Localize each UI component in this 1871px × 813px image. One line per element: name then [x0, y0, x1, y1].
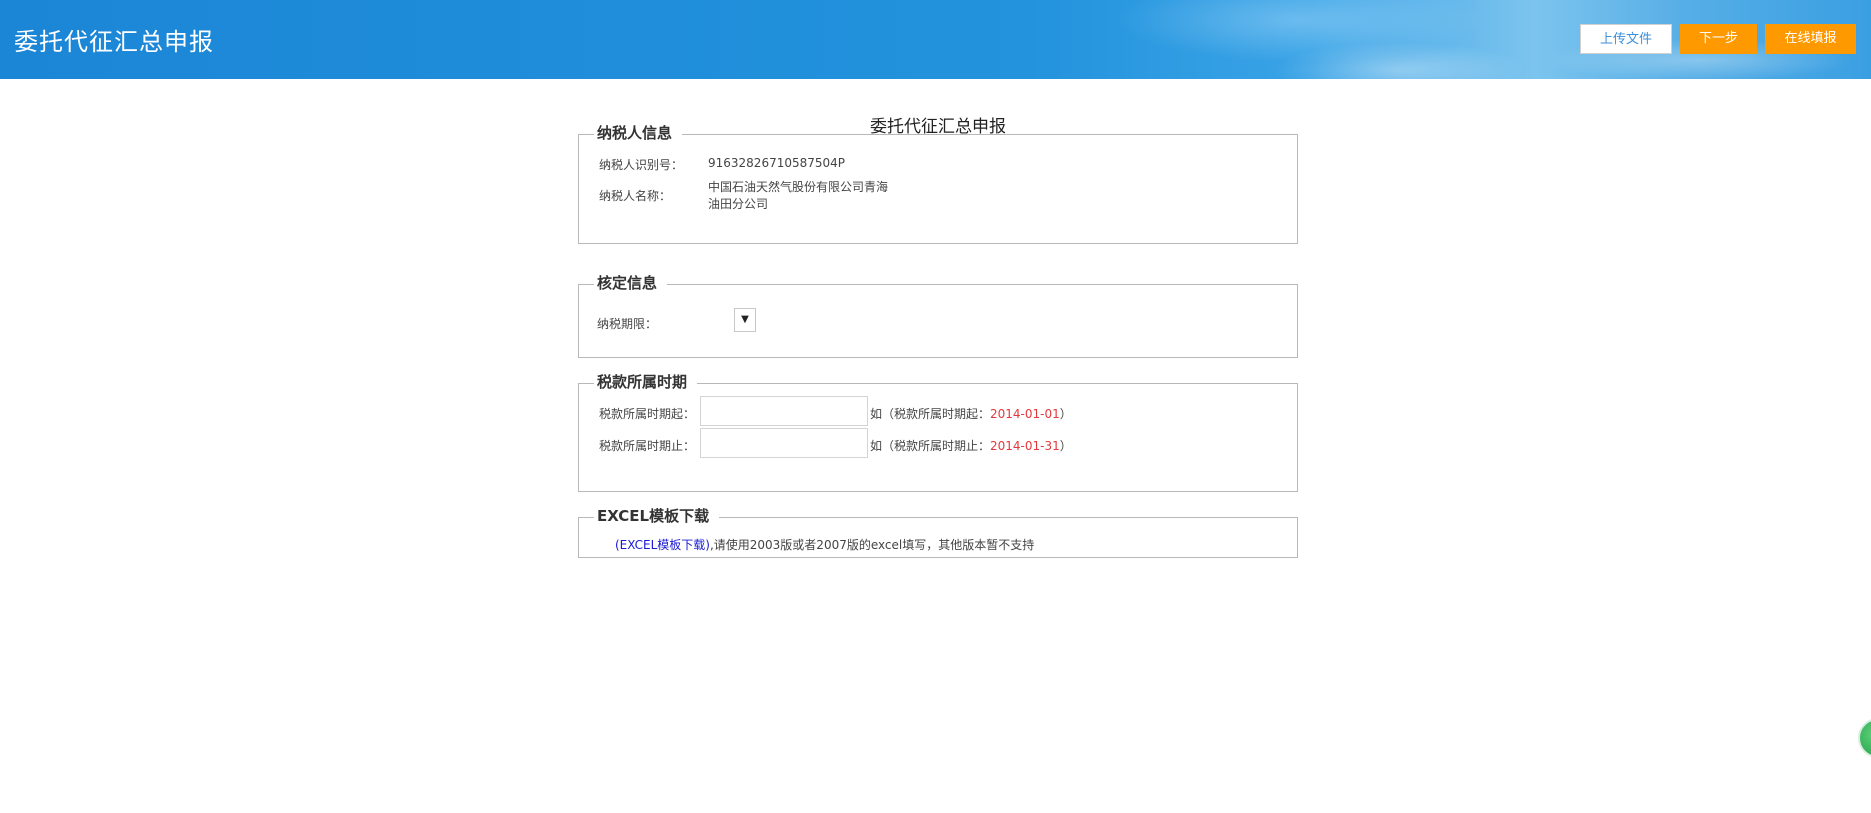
app-title: 委托代征汇总申报: [14, 28, 214, 56]
floating-help-button[interactable]: [1858, 718, 1871, 758]
excel-template-legend: EXCEL模板下载: [594, 505, 720, 526]
excel-template-line: (EXCEL模板下载),请使用2003版或者2007版的excel填写，其他版本…: [615, 536, 1034, 553]
taxpayer-name-line2: 油田分公司: [708, 197, 769, 211]
period-start-label: 税款所属时期起：: [599, 407, 696, 421]
period-end-label: 税款所属时期止：: [599, 439, 696, 453]
taxpayer-id-label: 纳税人识别号：: [599, 158, 684, 172]
tax-period-legend: 税款所属时期: [594, 371, 698, 392]
approval-info-section: 核定信息 纳税期限： ▼: [578, 272, 1298, 358]
taxpayer-name-label: 纳税人名称：: [599, 189, 672, 203]
tax-period-label: 纳税期限：: [597, 317, 658, 331]
taxpayer-id-value: 91632826710587504P: [708, 156, 846, 170]
upload-file-button[interactable]: 上传文件: [1580, 24, 1672, 54]
excel-template-download-link[interactable]: (EXCEL模板下载): [615, 538, 710, 552]
period-end-hint-prefix: 如（税款所属时期止：: [870, 439, 991, 453]
chevron-down-icon: ▼: [741, 314, 749, 325]
period-start-hint-prefix: 如（税款所属时期起：: [870, 407, 991, 421]
period-end-hint-suffix: ）: [1059, 439, 1072, 453]
taxpayer-info-section: 纳税人信息 纳税人识别号： 91632826710587504P 纳税人名称： …: [578, 122, 1298, 244]
app-header: 委托代征汇总申报 上传文件 下一步 在线填报: [0, 0, 1871, 79]
period-end-hint: 如（税款所属时期止：2014-01-31）: [870, 437, 1072, 454]
period-end-input[interactable]: [700, 428, 868, 458]
online-fill-button[interactable]: 在线填报: [1765, 24, 1856, 54]
next-step-button[interactable]: 下一步: [1680, 24, 1757, 54]
taxpayer-name-value: 中国石油天然气股份有限公司青海 油田分公司: [708, 179, 888, 213]
period-start-hint: 如（税款所属时期起：2014-01-01）: [870, 405, 1072, 422]
approval-info-legend: 核定信息: [594, 272, 668, 293]
period-start-hint-date: 2014-01-01: [990, 407, 1060, 421]
taxpayer-info-legend: 纳税人信息: [594, 122, 683, 143]
tax-period-select[interactable]: ▼: [734, 308, 756, 332]
taxpayer-name-line1: 中国石油天然气股份有限公司青海: [708, 180, 889, 194]
period-start-hint-suffix: ）: [1059, 407, 1072, 421]
tax-period-section: 税款所属时期 税款所属时期起： 如（税款所属时期起：2014-01-01） 税款…: [578, 371, 1298, 492]
period-start-input[interactable]: [700, 396, 868, 426]
period-end-hint-date: 2014-01-31: [990, 439, 1060, 453]
excel-template-section: EXCEL模板下载 (EXCEL模板下载),请使用2003版或者2007版的ex…: [578, 505, 1298, 558]
excel-template-note: ,请使用2003版或者2007版的excel填写，其他版本暂不支持: [709, 538, 1035, 552]
